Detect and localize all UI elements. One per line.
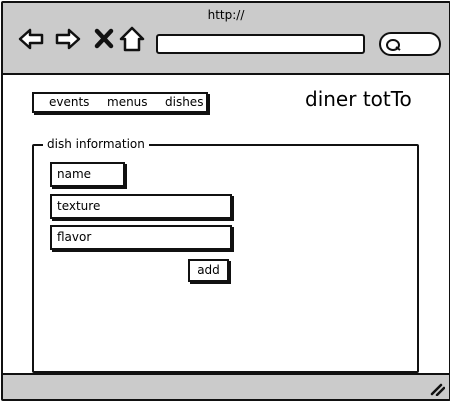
menu-item-dishes[interactable]: dishes (165, 94, 203, 111)
page-content: events menus dishes diner totTo dish inf… (3, 75, 449, 373)
site-title: diner totTo (305, 87, 412, 111)
texture-field[interactable]: texture (50, 194, 232, 219)
group-legend: dish information (43, 136, 149, 152)
resize-grip-icon[interactable] (429, 380, 446, 397)
name-field[interactable]: name (50, 162, 125, 187)
dish-information-group: dish information name texture flavor add (32, 136, 419, 373)
back-arrow-icon[interactable] (17, 25, 45, 53)
address-bar[interactable] (156, 34, 365, 54)
browser-window: http:// events menus dishes diner totTo (1, 1, 450, 401)
browser-search-field[interactable] (379, 32, 441, 56)
status-bar (3, 373, 449, 399)
close-x-icon[interactable] (91, 25, 119, 53)
add-button[interactable]: add (188, 259, 229, 282)
browser-toolbar: http:// (3, 3, 449, 75)
menu-item-events[interactable]: events (49, 94, 89, 111)
search-icon (385, 37, 401, 51)
forward-arrow-icon[interactable] (54, 25, 82, 53)
window-url-title: http:// (207, 8, 245, 22)
menu-item-menus[interactable]: menus (107, 94, 148, 111)
flavor-field[interactable]: flavor (50, 225, 232, 250)
home-icon[interactable] (118, 25, 146, 53)
top-menu: events menus dishes (32, 92, 208, 113)
